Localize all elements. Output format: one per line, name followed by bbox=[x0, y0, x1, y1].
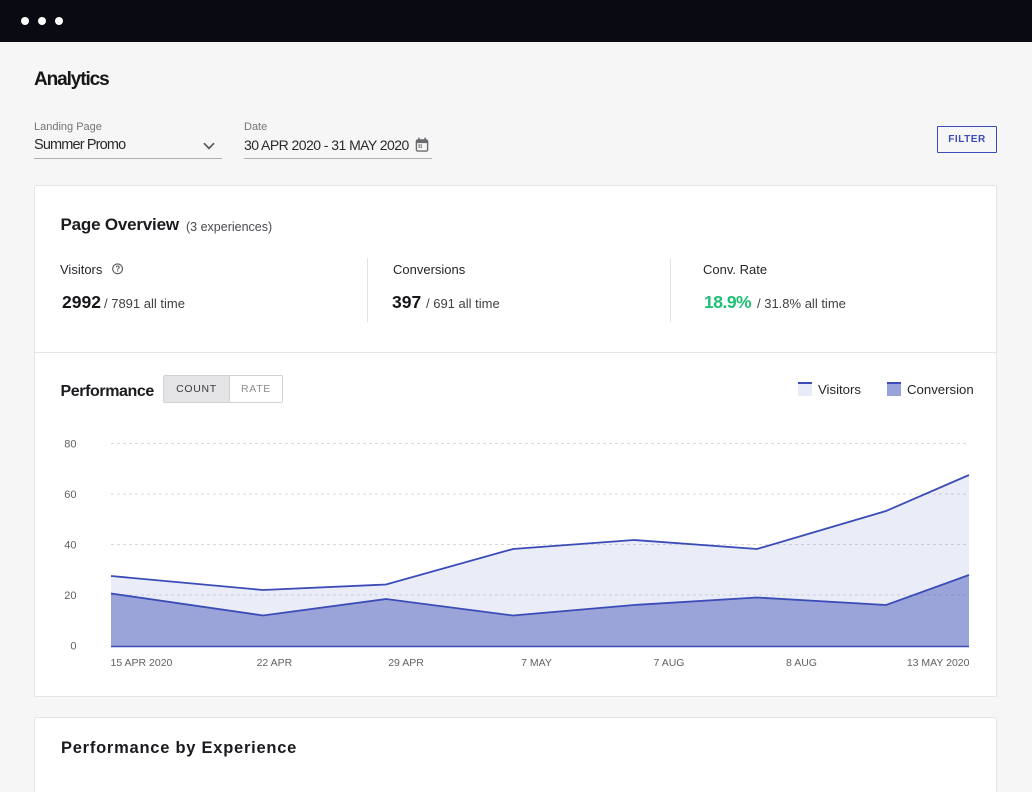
svg-text:8 AUG: 8 AUG bbox=[786, 657, 817, 669]
svg-text:7 AUG: 7 AUG bbox=[654, 657, 685, 669]
svg-text:0: 0 bbox=[70, 641, 76, 653]
svg-text:15 APR 2020: 15 APR 2020 bbox=[111, 657, 173, 669]
svg-text:13 MAY 2020: 13 MAY 2020 bbox=[907, 657, 970, 669]
svg-text:22 APR: 22 APR bbox=[257, 657, 293, 669]
svg-text:20: 20 bbox=[64, 590, 76, 602]
svg-text:40: 40 bbox=[64, 540, 76, 552]
svg-text:80: 80 bbox=[64, 439, 76, 451]
svg-text:60: 60 bbox=[64, 489, 76, 501]
svg-text:29 APR: 29 APR bbox=[388, 657, 424, 669]
svg-text:7 MAY: 7 MAY bbox=[521, 657, 552, 669]
